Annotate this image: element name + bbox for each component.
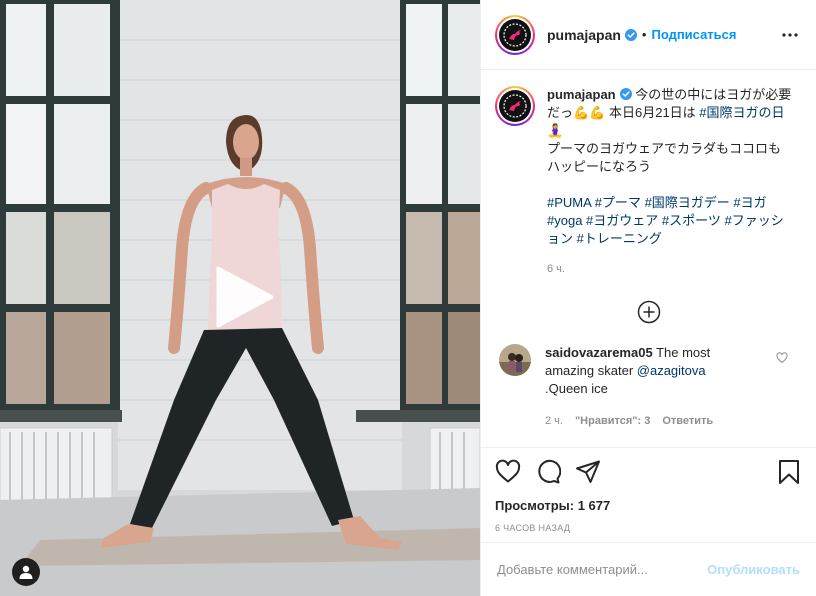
- comments-list[interactable]: pumajapan 今の世の中にはヨガが必要だっ💪💪 本日6月21日は #国際ヨ…: [481, 70, 816, 447]
- like-button[interactable]: [495, 459, 521, 485]
- user-tag-icon: [19, 565, 33, 579]
- comment-timestamp[interactable]: 2 ч.: [545, 412, 563, 430]
- heart-icon: [495, 459, 521, 483]
- caption-line-2: プーマのヨガウェアでカラダもココロもハッピーになろう: [547, 141, 782, 174]
- load-more-comments-icon: [637, 300, 660, 324]
- view-count[interactable]: Просмотры: 1 677: [495, 498, 802, 513]
- comment-avatar[interactable]: [499, 344, 531, 376]
- add-comment-form: Опубликовать: [481, 542, 816, 596]
- reply-button[interactable]: Ответить: [662, 412, 713, 430]
- post-timestamp[interactable]: 6 часов назад: [495, 523, 802, 533]
- caption: pumajapan 今の世の中にはヨガが必要だっ💪💪 本日6月21日は #国際ヨ…: [495, 86, 802, 278]
- hashtag-link[interactable]: #yoga: [547, 213, 582, 228]
- post-header: pumajapan • Подписаться: [481, 0, 816, 70]
- comment-likes[interactable]: "Нравится": 3: [575, 412, 650, 430]
- caption-timestamp[interactable]: 6 ч.: [547, 260, 793, 278]
- caption-hashtags: #PUMA #プーマ #国際ヨガデー #ヨガ #yoga #ヨガウェア #スポー…: [547, 194, 793, 248]
- views-label: Просмотры:: [495, 498, 575, 513]
- caption-emoji: 🧘‍♀️: [547, 123, 564, 138]
- post-modal: pumajapan • Подписаться pumajapan 今の世の中に…: [0, 0, 816, 596]
- profile-avatar[interactable]: [495, 14, 535, 55]
- views-number: 1 677: [577, 498, 611, 513]
- username-link[interactable]: pumajapan: [547, 27, 621, 43]
- hashtag-link[interactable]: #PUMA: [547, 195, 591, 210]
- hashtag-link[interactable]: #プーマ: [595, 195, 641, 210]
- more-options-icon: [782, 32, 798, 37]
- hashtag-link[interactable]: #国際ヨガデー: [645, 195, 730, 210]
- hashtag-link[interactable]: #ヨガウェア: [586, 213, 658, 228]
- comment-item: saidovazarema05 The most amazing skater …: [495, 344, 802, 430]
- separator-dot: •: [641, 27, 647, 42]
- share-button[interactable]: [575, 459, 601, 485]
- save-button[interactable]: [776, 459, 802, 485]
- post-side-panel: pumajapan • Подписаться pumajapan 今の世の中に…: [480, 0, 816, 596]
- mention-link[interactable]: @azagitova: [637, 363, 706, 378]
- verified-badge-icon: [619, 88, 632, 100]
- publish-button[interactable]: Опубликовать: [707, 562, 800, 577]
- bookmark-icon: [779, 460, 799, 484]
- more-options-button[interactable]: [778, 23, 802, 47]
- play-button[interactable]: [212, 264, 276, 330]
- avatar-image: [499, 344, 531, 376]
- hashtag-link[interactable]: #ヨガ: [733, 195, 766, 210]
- caption-username[interactable]: pumajapan: [547, 87, 616, 102]
- comment-text-end: .Queen ice: [545, 381, 608, 396]
- comment-input[interactable]: [497, 562, 700, 577]
- puma-logo-icon: [503, 94, 527, 118]
- share-icon: [576, 460, 600, 483]
- caption-avatar[interactable]: [495, 86, 535, 126]
- user-tag-button[interactable]: [12, 558, 40, 586]
- video-player[interactable]: [0, 0, 480, 596]
- hashtag-link[interactable]: #トレーニング: [577, 231, 662, 246]
- comment-username[interactable]: saidovazarema05: [545, 345, 653, 360]
- load-more-comments[interactable]: [495, 300, 802, 324]
- puma-logo-icon: [503, 22, 527, 47]
- comment-icon: [538, 459, 561, 484]
- comment-like-icon[interactable]: [776, 352, 788, 364]
- follow-button[interactable]: Подписаться: [651, 27, 736, 42]
- play-icon: [216, 266, 274, 328]
- hashtag-link[interactable]: #国際ヨガの日: [699, 105, 784, 120]
- comment-meta: 2 ч. "Нравится": 3 Ответить: [545, 412, 745, 430]
- comment-button[interactable]: [535, 459, 561, 485]
- verified-badge-icon: [624, 28, 637, 41]
- hashtag-link[interactable]: #スポーツ: [662, 213, 721, 228]
- post-actions: Просмотры: 1 677 6 часов назад: [481, 447, 816, 542]
